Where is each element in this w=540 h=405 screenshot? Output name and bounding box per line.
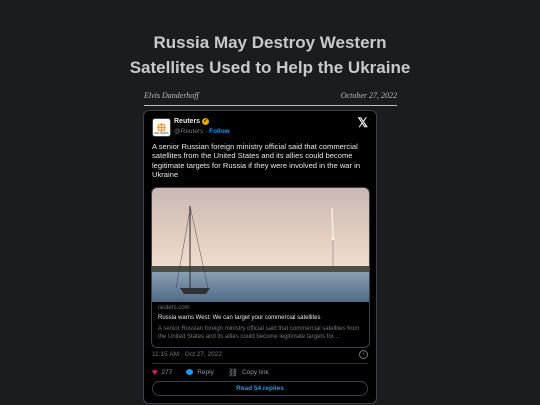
- link-title: Russia warns West: We can target your co…: [158, 315, 321, 321]
- account-name-label: Reuters: [174, 118, 201, 125]
- byline: Elvis Danderhoff October 27, 2022: [144, 91, 397, 100]
- follow-button[interactable]: Follow: [209, 128, 230, 135]
- reply-label: Reply: [197, 368, 214, 376]
- article-title: Russia May Destroy Western Satellites Us…: [0, 30, 540, 80]
- tweet-actions: ♥ 277 Reply ⛓ Copy link: [152, 367, 269, 377]
- read-replies-button[interactable]: Read 54 replies: [152, 381, 368, 396]
- reply-button[interactable]: Reply: [186, 369, 214, 376]
- account-name[interactable]: Reuters ✓: [174, 118, 210, 125]
- link-icon: ⛓: [227, 367, 238, 377]
- publish-date: October 27, 2022: [340, 91, 397, 100]
- verified-icon: ✓: [202, 118, 210, 125]
- embedded-tweet: REUTERS Reuters ✓ @Reuters · Follow 𝕏 A s…: [143, 110, 377, 404]
- account-handle-row: @Reuters · Follow: [174, 128, 230, 135]
- link-preview-card[interactable]: reuters.com Russia warns West: We can ta…: [151, 187, 370, 348]
- tweet-timestamp[interactable]: 11:15 AM · Oct 27, 2022: [152, 351, 222, 358]
- link-domain: reuters.com: [158, 305, 190, 311]
- article-title-line1: Russia May Destroy Western: [153, 33, 387, 52]
- link-preview-image: [152, 188, 369, 302]
- account-handle[interactable]: @Reuters: [174, 128, 203, 135]
- article-title-line2: Satellites Used to Help the Ukraine: [129, 58, 411, 77]
- byline-divider: [144, 105, 397, 106]
- actions-divider: [152, 363, 368, 364]
- reply-bubble-icon: [186, 369, 194, 375]
- link-description: A senior Russian foreign ministry offici…: [158, 326, 360, 340]
- copy-link-button[interactable]: ⛓ Copy link: [228, 368, 269, 377]
- heart-icon: ♥: [152, 367, 158, 377]
- logo-text: REUTERS: [154, 131, 169, 135]
- like-button[interactable]: ♥ 277: [152, 367, 172, 377]
- tweet-text: A senior Russian foreign ministry offici…: [152, 142, 361, 179]
- reuters-logo[interactable]: REUTERS: [152, 118, 171, 137]
- author-name: Elvis Danderhoff: [144, 91, 199, 100]
- copy-link-label: Copy link: [241, 368, 269, 376]
- x-logo-icon[interactable]: 𝕏: [358, 115, 368, 131]
- info-icon[interactable]: i: [359, 350, 368, 359]
- like-count: 277: [161, 368, 173, 376]
